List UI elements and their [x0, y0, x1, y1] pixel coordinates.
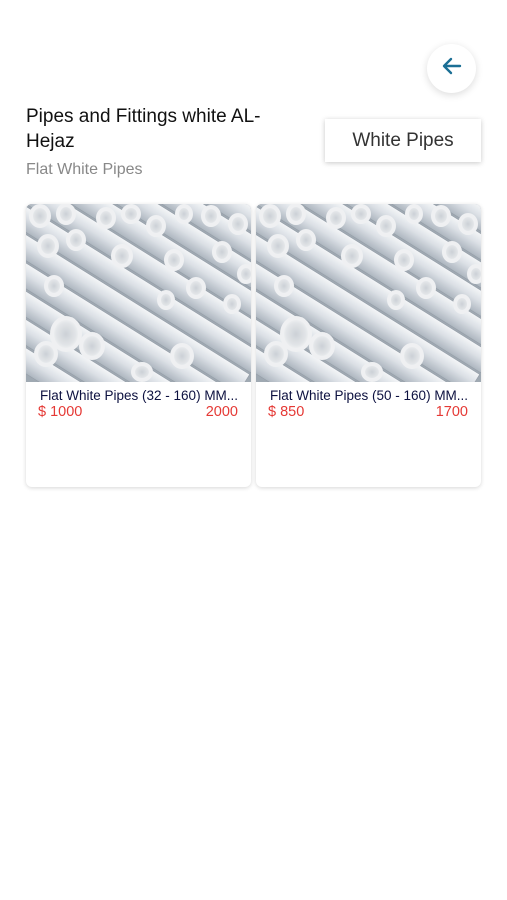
page-subtitle: Flat White Pipes: [26, 161, 143, 178]
product-image: [26, 204, 251, 382]
product-old-price: 2000: [205, 404, 238, 420]
product-card[interactable]: Flat White Pipes (50 - 160) MM... $ 850 …: [256, 204, 481, 487]
product-price: $ 1000: [38, 404, 83, 420]
product-card[interactable]: Flat White Pipes (32 - 160) MM... $ 1000…: [26, 204, 251, 487]
category-chip[interactable]: White Pipes: [325, 119, 481, 162]
arrow-left-icon: [440, 54, 464, 83]
product-image: [256, 204, 481, 382]
back-button[interactable]: [427, 44, 476, 93]
product-old-price: 1700: [435, 404, 468, 420]
page-title: Pipes and Fittings white AL-Hejaz: [26, 106, 261, 152]
product-price: $ 850: [268, 404, 305, 420]
product-name: Flat White Pipes (32 - 160) MM...: [40, 388, 239, 403]
product-name: Flat White Pipes (50 - 160) MM...: [270, 388, 469, 403]
